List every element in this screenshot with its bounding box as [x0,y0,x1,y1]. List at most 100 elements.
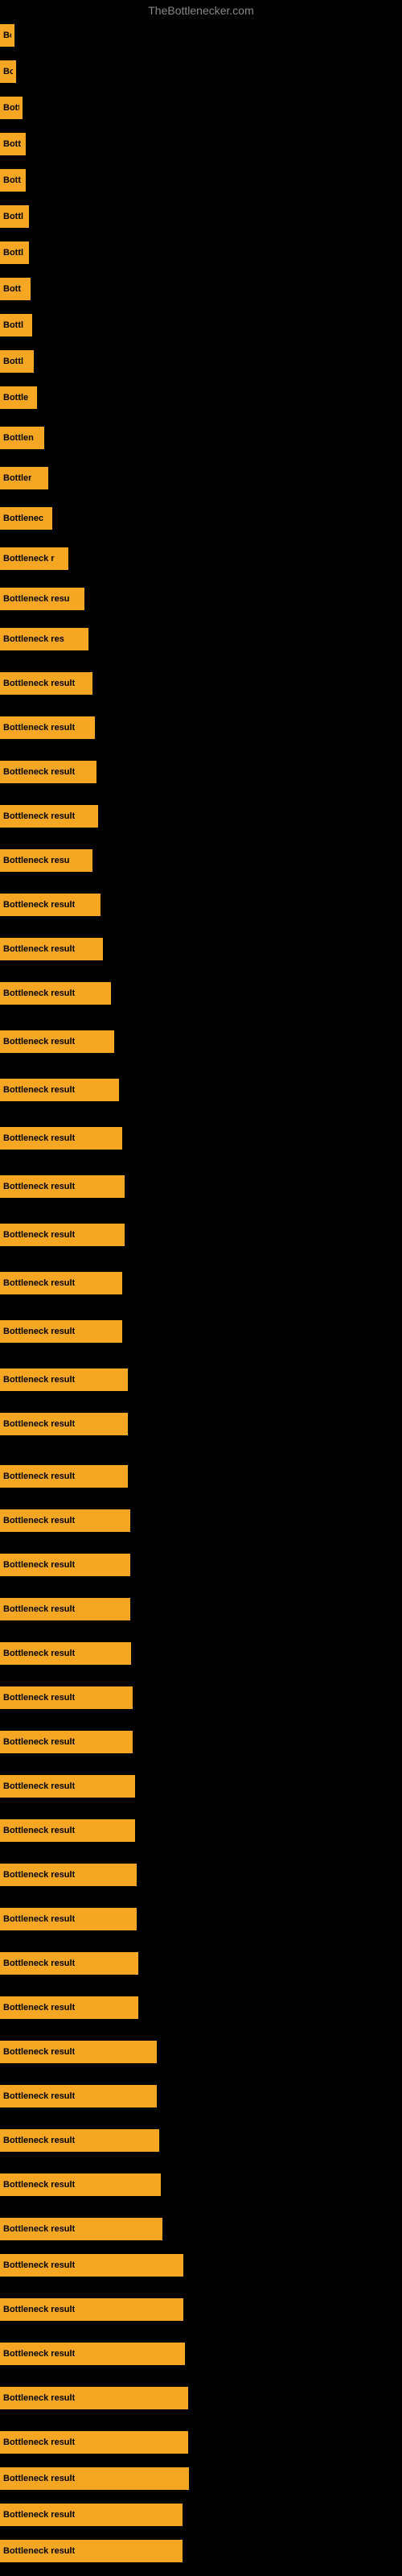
bar-label: Bottleneck result [3,1182,75,1191]
bar-label: Bottleneck result [3,2474,75,2483]
bar-item: Bottleneck result [0,1224,125,1246]
site-title: TheBottlenecker.com [148,4,254,17]
bar-item: Bottleneck res [0,628,88,650]
bar-label: Bottlen [3,433,34,443]
bar-item: Bottleneck result [0,1175,125,1198]
bar-label: Bottleneck result [3,1826,75,1835]
bar-label: Bottleneck result [3,1085,75,1095]
bar-label: Bottler [3,473,31,483]
bar-label: Bottleneck result [3,1914,75,1924]
bar-item: Bottleneck result [0,761,96,783]
bar-item: Bottleneck result [0,1079,119,1101]
bar-item: Bottleneck result [0,2129,159,2152]
bar-item: Bottleneck result [0,1819,135,1842]
bar-item: Bottl [0,242,29,264]
bar-label: Bottleneck result [3,1604,75,1614]
bar-item: Bottleneck result [0,672,92,695]
bar-item: Bottleneck result [0,2431,188,2454]
bar-label: Bottleneck result [3,2136,75,2145]
bar-item: Bottlenec [0,507,52,530]
bar-label: Bottleneck result [3,1959,75,1968]
bar-item: Bottler [0,467,48,489]
bar-label: Bottleneck result [3,2393,75,2403]
bar-item: Bottleneck result [0,1272,122,1294]
bar-label: Bottleneck result [3,2003,75,2013]
bar-item: Bottleneck result [0,2254,183,2277]
bar-label: Bottleneck result [3,1472,75,1481]
bar-item: Bottleneck result [0,1775,135,1798]
bar-label: Bottleneck result [3,1230,75,1240]
bar-label: Bo [3,67,13,76]
bar-label: Bottleneck result [3,679,75,688]
bar-item: Bottleneck result [0,716,95,739]
bar-item: Bo [0,24,14,47]
bar-item: Bottleneck result [0,1509,130,1532]
bar-item: Bottleneck result [0,1465,128,1488]
bar-label: Bottleneck result [3,1419,75,1429]
bar-label: Bottleneck result [3,2224,75,2234]
bar-label: Bottleneck result [3,944,75,954]
bar-label: Bottl [3,212,23,221]
bar-label: Bottleneck result [3,1560,75,1570]
bar-label: Bottl [3,357,23,366]
bar-label: Bottleneck result [3,723,75,733]
bar-label: Bottleneck result [3,2180,75,2190]
bar-item: Bottleneck result [0,982,111,1005]
bar-item: Bottleneck resu [0,849,92,872]
bar-label: Bottleneck result [3,2305,75,2314]
bar-item: Bottleneck r [0,547,68,570]
bar-item: Bottleneck result [0,1686,133,1709]
bar-label: Bott [3,139,21,149]
bar-item: Bottleneck result [0,2085,157,2107]
bar-item: Bo [0,60,16,83]
bar-label: Bottleneck result [3,900,75,910]
bar-label: Bottleneck result [3,1133,75,1143]
bar-label: Bottleneck resu [3,594,70,604]
bar-label: Bottleneck result [3,1649,75,1658]
bar-item: Bottleneck result [0,1952,138,1975]
bar-label: Bottleneck result [3,2091,75,2101]
bar-label: Bottleneck result [3,989,75,998]
bar-item: Bott [0,278,31,300]
bar-label: Bottleneck result [3,1693,75,1703]
bar-label: Bottleneck result [3,2047,75,2057]
bar-label: Bottl [3,320,23,330]
bar-label: Bottleneck result [3,1037,75,1046]
bar-item: Bottleneck result [0,1598,130,1620]
bar-item: Bottleneck result [0,2298,183,2321]
bar-item: Bottl [0,205,29,228]
bar-label: Bottleneck result [3,1781,75,1791]
bar-item: Bottleneck result [0,2387,188,2409]
bar-item: Bottleneck result [0,1642,131,1665]
bar-item: Bottleneck result [0,2343,185,2365]
bar-item: Bottleneck result [0,1554,130,1576]
bar-label: Bottleneck result [3,2546,75,2556]
bar-label: Bottl [3,248,23,258]
bar-label: Bottle [3,393,28,402]
bar-item: Bott [0,133,26,155]
bar-label: Bo [3,31,11,40]
bar-item: Bottleneck result [0,1413,128,1435]
bar-item: Bottl [0,314,32,336]
bar-label: Bottleneck r [3,554,55,564]
bar-item: Bottleneck result [0,938,103,960]
bar-item: Bottleneck result [0,2540,183,2562]
bar-label: Bottlenec [3,514,43,523]
bar-item: Bottleneck result [0,805,98,828]
bar-label: Bottleneck result [3,1516,75,1525]
bar-item: Bottleneck result [0,1320,122,1343]
bar-item: Bottle [0,386,37,409]
bar-item: Bottleneck result [0,1368,128,1391]
bar-item: Bottleneck result [0,1996,138,2019]
bar-label: Bott [3,284,21,294]
bar-item: Bottleneck result [0,1731,133,1753]
bar-item: Bott [0,169,26,192]
bar-item: Bottlen [0,427,44,449]
bar-label: Bottleneck res [3,634,64,644]
bar-label: Bottleneck result [3,2349,75,2359]
bar-label: Bottleneck resu [3,856,70,865]
bar-label: Bottleneck result [3,1278,75,1288]
bar-label: Bottleneck result [3,2260,75,2270]
bar-item: Bottleneck result [0,2218,162,2240]
bar-item: Bottleneck result [0,894,100,916]
